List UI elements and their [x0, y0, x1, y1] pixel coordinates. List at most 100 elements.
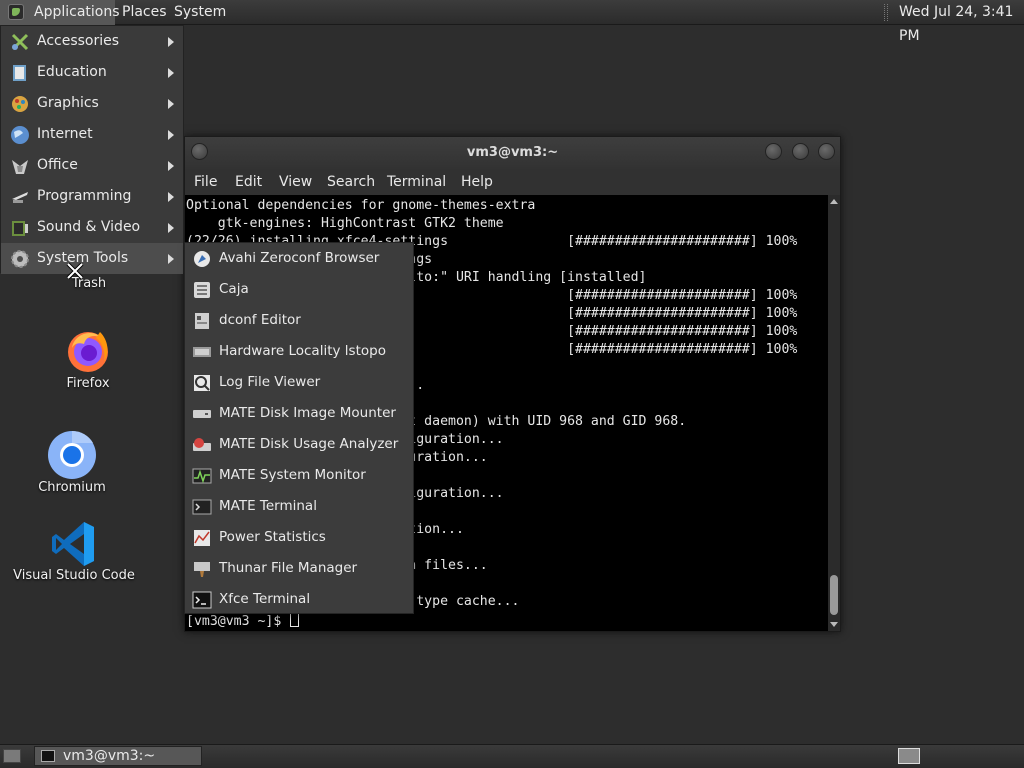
scrollbar-thumb[interactable] — [830, 575, 838, 615]
terminal-icon — [41, 750, 55, 762]
hardware-icon — [193, 347, 211, 357]
close-button[interactable] — [818, 143, 835, 160]
internet-globe-icon — [11, 126, 29, 144]
category-label: Programming — [37, 188, 132, 204]
menu-view[interactable]: View — [279, 174, 312, 190]
menu-item-caja[interactable]: Caja — [185, 274, 413, 305]
mate-terminal-icon — [192, 499, 212, 515]
workspace-switcher[interactable] — [898, 748, 920, 764]
mate-logo-icon — [8, 4, 24, 20]
sound-video-icon — [12, 221, 28, 236]
category-graphics[interactable]: Graphics — [1, 88, 183, 119]
menu-help[interactable]: Help — [461, 174, 493, 190]
terminal-scrollbar[interactable] — [828, 195, 840, 631]
chromium-desktop-label[interactable]: Chromium — [22, 480, 122, 495]
menu-item-power-statistics[interactable]: Power Statistics — [185, 522, 413, 553]
dconf-icon — [195, 313, 209, 329]
scroll-up-arrow-icon[interactable] — [830, 199, 838, 204]
system-tools-submenu: Avahi Zeroconf Browser Caja dconf Editor… — [184, 242, 414, 614]
category-label: Graphics — [37, 95, 99, 111]
programming-icon — [12, 192, 28, 203]
menu-item-disk-image-mounter[interactable]: MATE Disk Image Mounter — [185, 398, 413, 429]
power-statistics-icon — [194, 530, 210, 546]
menu-item-label: Xfce Terminal — [219, 591, 311, 607]
category-office[interactable]: Office — [1, 150, 183, 181]
category-system-tools[interactable]: System Tools — [1, 243, 183, 274]
chevron-right-icon — [168, 223, 174, 233]
taskbar-terminal-button[interactable]: vm3@vm3:~ — [34, 746, 202, 766]
chevron-right-icon — [168, 161, 174, 171]
menu-item-label: Thunar File Manager — [219, 560, 358, 576]
menu-item-log-viewer[interactable]: Log File Viewer — [185, 367, 413, 398]
chevron-right-icon — [168, 130, 174, 140]
menu-item-thunar[interactable]: Thunar File Manager — [185, 553, 413, 584]
disk-mounter-icon — [193, 410, 211, 418]
top-panel: Applications Places System Wed Jul 24, 3… — [0, 0, 1024, 44]
category-programming[interactable]: Programming — [1, 181, 183, 212]
chevron-right-icon — [168, 68, 174, 78]
menu-item-hardware-locality[interactable]: Hardware Locality lstopo — [185, 336, 413, 367]
chevron-right-icon — [168, 37, 174, 47]
chromium-icon[interactable] — [47, 430, 97, 480]
terminal-menubar: File Edit View Search Terminal Help — [185, 169, 840, 195]
vscode-icon[interactable] — [50, 520, 98, 568]
system-menu-button[interactable]: System — [174, 0, 226, 25]
category-label: Education — [37, 64, 107, 80]
applications-menu-button[interactable]: Applications — [0, 0, 120, 25]
applications-dropdown: Accessories Education Graphics Internet … — [0, 25, 184, 274]
menu-item-xfce-terminal[interactable]: Xfce Terminal — [185, 584, 413, 615]
category-accessories[interactable]: Accessories — [1, 26, 183, 57]
places-menu-button[interactable]: Places — [122, 0, 167, 25]
menu-item-avahi[interactable]: Avahi Zeroconf Browser — [185, 243, 413, 274]
menu-item-label: Power Statistics — [219, 529, 326, 545]
menu-item-label: Caja — [219, 281, 249, 297]
menu-search[interactable]: Search — [327, 174, 375, 190]
menu-terminal[interactable]: Terminal — [387, 174, 446, 190]
thunar-icon — [194, 562, 210, 577]
menu-item-mate-terminal[interactable]: MATE Terminal — [185, 491, 413, 522]
minimize-button[interactable] — [765, 143, 782, 160]
graphics-icon — [12, 96, 28, 112]
menu-item-label: Log File Viewer — [219, 374, 321, 390]
system-tools-gear-icon — [11, 250, 29, 268]
menu-item-label: MATE System Monitor — [219, 467, 366, 483]
office-icon — [12, 160, 28, 174]
log-viewer-icon — [194, 375, 210, 391]
menu-item-system-monitor[interactable]: MATE System Monitor — [185, 460, 413, 491]
firefox-icon[interactable] — [64, 326, 112, 374]
scroll-down-arrow-icon[interactable] — [830, 622, 838, 627]
avahi-icon — [194, 251, 210, 267]
chevron-right-icon — [168, 99, 174, 109]
menu-item-label: MATE Disk Image Mounter — [219, 405, 396, 421]
education-icon — [13, 65, 26, 81]
x-cursor-icon — [66, 262, 84, 280]
category-sound-video[interactable]: Sound & Video — [1, 212, 183, 243]
menu-edit[interactable]: Edit — [235, 174, 262, 190]
menu-file[interactable]: File — [194, 174, 217, 190]
panel-separator-handle — [884, 4, 888, 21]
category-label: Internet — [37, 126, 93, 142]
category-education[interactable]: Education — [1, 57, 183, 88]
menu-item-label: Avahi Zeroconf Browser — [219, 250, 380, 266]
vscode-desktop-label[interactable]: Visual Studio Code — [4, 568, 144, 583]
category-label: Office — [37, 157, 78, 173]
menu-item-label: Hardware Locality lstopo — [219, 343, 386, 359]
terminal-title: vm3@vm3:~ — [466, 145, 559, 160]
applications-label: Applications — [34, 4, 120, 20]
xfce-terminal-icon — [192, 591, 212, 609]
show-desktop-icon[interactable] — [3, 749, 21, 763]
accessories-icon — [11, 33, 29, 51]
category-internet[interactable]: Internet — [1, 119, 183, 150]
maximize-button[interactable] — [792, 143, 809, 160]
chevron-right-icon — [168, 192, 174, 202]
system-monitor-icon — [192, 468, 212, 484]
menu-item-disk-usage-analyzer[interactable]: MATE Disk Usage Analyzer — [185, 429, 413, 460]
caja-icon — [194, 282, 210, 298]
firefox-desktop-label[interactable]: Firefox — [48, 376, 128, 391]
clock[interactable]: Wed Jul 24, 3:41 PM — [899, 0, 1024, 48]
disk-usage-icon — [193, 438, 211, 451]
menu-item-dconf[interactable]: dconf Editor — [185, 305, 413, 336]
chevron-right-icon — [168, 254, 174, 264]
menu-item-label: MATE Disk Usage Analyzer — [219, 436, 399, 452]
terminal-titlebar[interactable]: vm3@vm3:~ — [185, 137, 840, 169]
